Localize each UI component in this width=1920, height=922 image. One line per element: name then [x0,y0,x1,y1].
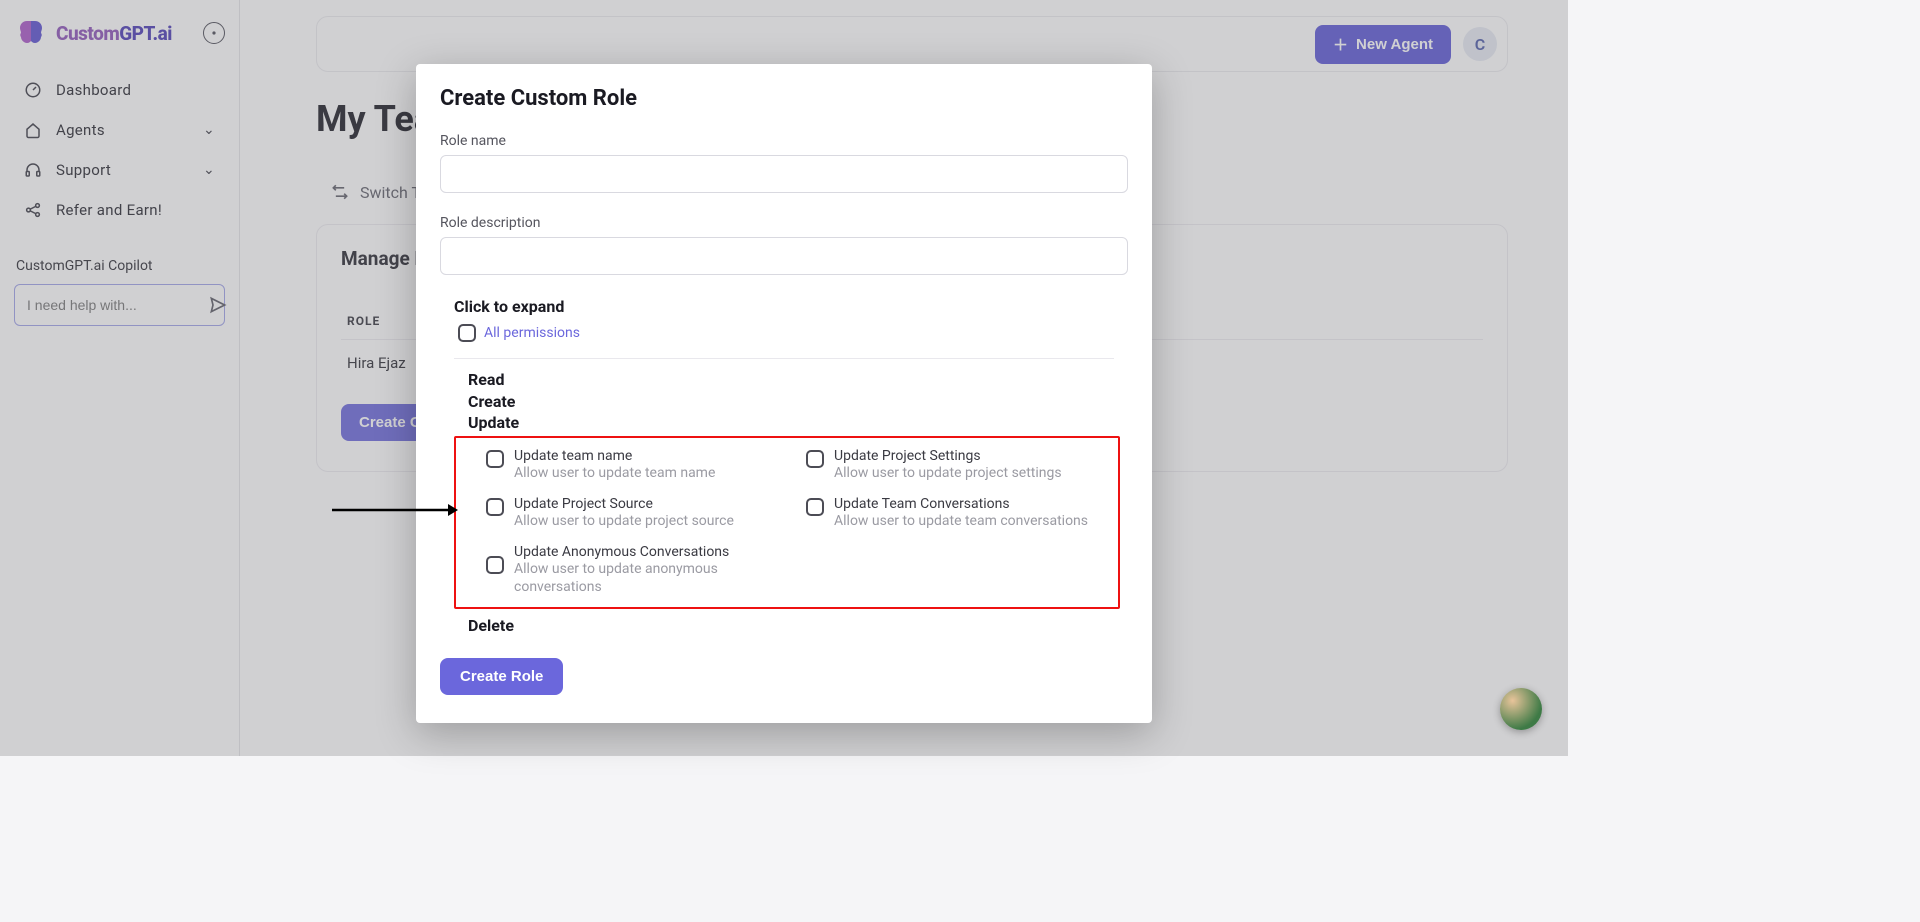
perm-update-team-name[interactable]: Update team nameAllow user to update tea… [486,448,786,482]
create-role-modal: Create Custom Role Role name Role descri… [416,64,1152,723]
section-update[interactable]: Update [468,412,1118,434]
create-role-button[interactable]: Create Role [440,658,563,695]
checkbox[interactable] [486,556,504,574]
perm-title: Update team name [514,448,715,464]
annotation-arrow-icon [330,500,460,520]
perm-title: Update Anonymous Conversations [514,544,754,560]
section-read[interactable]: Read [468,369,1118,391]
checkbox[interactable] [486,498,504,516]
perm-title: Update Project Settings [834,448,1062,464]
all-permissions-label: All permissions [484,325,580,341]
update-permissions-group: Update team nameAllow user to update tea… [454,436,1120,609]
perm-desc: Allow user to update anonymous conversat… [514,560,754,596]
divider [454,358,1114,359]
perm-update-project-source[interactable]: Update Project SourceAllow user to updat… [486,496,786,530]
role-name-label: Role name [440,133,1128,149]
checkbox[interactable] [806,498,824,516]
perm-desc: Allow user to update project source [514,512,734,530]
chat-widget-avatar[interactable] [1500,688,1542,730]
all-permissions-row[interactable]: All permissions [458,324,1128,342]
perm-update-anonymous-conversations[interactable]: Update Anonymous ConversationsAllow user… [486,544,1106,596]
role-name-input[interactable] [440,155,1128,193]
checkbox-all-permissions[interactable] [458,324,476,342]
perm-desc: Allow user to update team conversations [834,512,1088,530]
perm-update-team-conversations[interactable]: Update Team ConversationsAllow user to u… [806,496,1106,530]
permissions-sections: Read Create Update Update team nameAllow… [468,369,1118,636]
perm-desc: Allow user to update project settings [834,464,1062,482]
modal-title: Create Custom Role [440,86,1128,111]
role-desc-input[interactable] [440,237,1128,275]
checkbox[interactable] [486,450,504,468]
perm-title: Update Project Source [514,496,734,512]
checkbox[interactable] [806,450,824,468]
role-desc-label: Role description [440,215,1128,231]
perm-desc: Allow user to update team name [514,464,715,482]
perm-title: Update Team Conversations [834,496,1088,512]
section-create[interactable]: Create [468,391,1118,413]
section-delete[interactable]: Delete [468,615,1118,637]
perm-update-project-settings[interactable]: Update Project SettingsAllow user to upd… [806,448,1106,482]
expand-heading: Click to expand [454,297,1128,316]
